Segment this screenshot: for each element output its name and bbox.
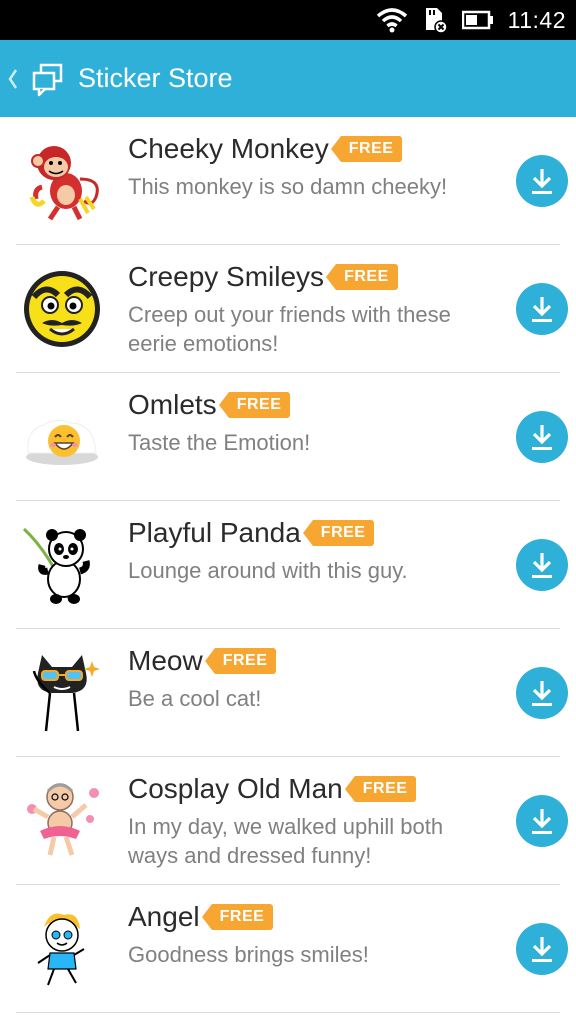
angel-icon xyxy=(37,913,85,986)
clock: 11:42 xyxy=(507,6,566,33)
sticker-text: Angel FREE Goodness brings smiles! xyxy=(128,897,478,969)
old-man-icon xyxy=(27,783,99,856)
sd-card-icon xyxy=(425,8,448,34)
title-line: Meow FREE xyxy=(128,641,478,681)
download-icon xyxy=(532,553,552,578)
battery-icon xyxy=(461,10,493,30)
download-icon xyxy=(532,809,552,834)
sticker-description: Goodness brings smiles! xyxy=(128,942,369,967)
download-button[interactable] xyxy=(516,795,568,847)
sticker-description: Taste the Emotion! xyxy=(128,430,311,455)
sticker-text: Cheeky Monkey FREE This monkey is so dam… xyxy=(128,129,478,201)
download-button[interactable] xyxy=(516,667,568,719)
download-button[interactable] xyxy=(516,923,568,975)
page-title: Sticker Store xyxy=(78,63,233,93)
title-line: Angel FREE xyxy=(128,897,478,937)
download-icon xyxy=(532,425,552,450)
sticker-title: Cheeky Monkey xyxy=(128,133,329,164)
sticker-text: Omlets FREE Taste the Emotion! xyxy=(128,385,478,457)
sticker-item-playful-panda[interactable]: Playful Panda FREE Lounge around with th… xyxy=(16,501,568,629)
sticker-item-cheeky-monkey[interactable]: Cheeky Monkey FREE This monkey is so dam… xyxy=(16,117,568,245)
omlet-icon xyxy=(26,419,98,465)
smiley-icon xyxy=(24,271,100,347)
panda-icon xyxy=(22,527,90,604)
download-button[interactable] xyxy=(516,155,568,207)
download-icon xyxy=(532,169,552,194)
free-badge: FREE xyxy=(302,520,375,546)
free-badge: FREE xyxy=(204,648,277,674)
title-line: Creepy Smileys FREE xyxy=(128,257,478,297)
status-icons: 11:42 xyxy=(376,0,566,40)
sticker-item-creepy-smileys[interactable]: Creepy Smileys FREE Creep out your frien… xyxy=(16,245,568,373)
sticker-description: This monkey is so damn cheeky! xyxy=(128,174,448,199)
sticker-title: Playful Panda xyxy=(128,517,301,548)
sticker-title: Cosplay Old Man xyxy=(128,773,343,804)
sticker-title: Meow xyxy=(128,645,203,676)
sticker-app-icon[interactable] xyxy=(30,61,66,97)
sticker-item-angel[interactable]: Angel FREE Goodness brings smiles! xyxy=(16,885,568,1013)
download-button[interactable] xyxy=(516,411,568,463)
download-button[interactable] xyxy=(516,283,568,335)
sticker-description: Creep out your friends with these eerie … xyxy=(128,302,451,356)
title-line: Playful Panda FREE xyxy=(128,513,478,553)
status-bar: 11:42 xyxy=(0,0,576,40)
sticker-text: Creepy Smileys FREE Creep out your frien… xyxy=(128,257,478,358)
sticker-description: Be a cool cat! xyxy=(128,686,262,711)
sticker-title: Omlets xyxy=(128,389,217,420)
sticker-description: In my day, we walked uphill both ways an… xyxy=(128,814,444,868)
free-badge: FREE xyxy=(201,904,274,930)
sticker-title: Angel xyxy=(128,901,200,932)
title-line: Cheeky Monkey FREE xyxy=(128,129,478,169)
sticker-title: Creepy Smileys xyxy=(128,261,325,292)
download-icon xyxy=(532,937,552,962)
sticker-list: Cheeky Monkey FREE This monkey is so dam… xyxy=(0,117,576,1013)
free-badge: FREE xyxy=(218,392,291,418)
back-chevron-icon[interactable] xyxy=(4,40,22,117)
cat-icon xyxy=(32,655,100,732)
monkey-icon xyxy=(29,146,99,221)
sticker-text: Playful Panda FREE Lounge around with th… xyxy=(128,513,478,585)
free-badge: FREE xyxy=(330,136,403,162)
download-button[interactable] xyxy=(516,539,568,591)
sticker-description: Lounge around with this guy. xyxy=(128,558,408,583)
title-line: Cosplay Old Man FREE xyxy=(128,769,478,809)
sticker-text: Meow FREE Be a cool cat! xyxy=(128,641,478,713)
wifi-icon xyxy=(376,8,407,33)
app-bar: Sticker Store xyxy=(0,40,576,117)
free-badge: FREE xyxy=(326,264,398,290)
download-icon xyxy=(532,297,552,322)
title-line: Omlets FREE xyxy=(128,385,478,425)
free-badge: FREE xyxy=(344,776,417,802)
sticker-item-cosplay-old-man[interactable]: Cosplay Old Man FREE In my day, we walke… xyxy=(16,757,568,885)
sticker-text: Cosplay Old Man FREE In my day, we walke… xyxy=(128,769,478,870)
sticker-item-omlets[interactable]: Omlets FREE Taste the Emotion! xyxy=(16,373,568,501)
sticker-item-meow[interactable]: Meow FREE Be a cool cat! xyxy=(16,629,568,757)
download-icon xyxy=(532,681,552,706)
